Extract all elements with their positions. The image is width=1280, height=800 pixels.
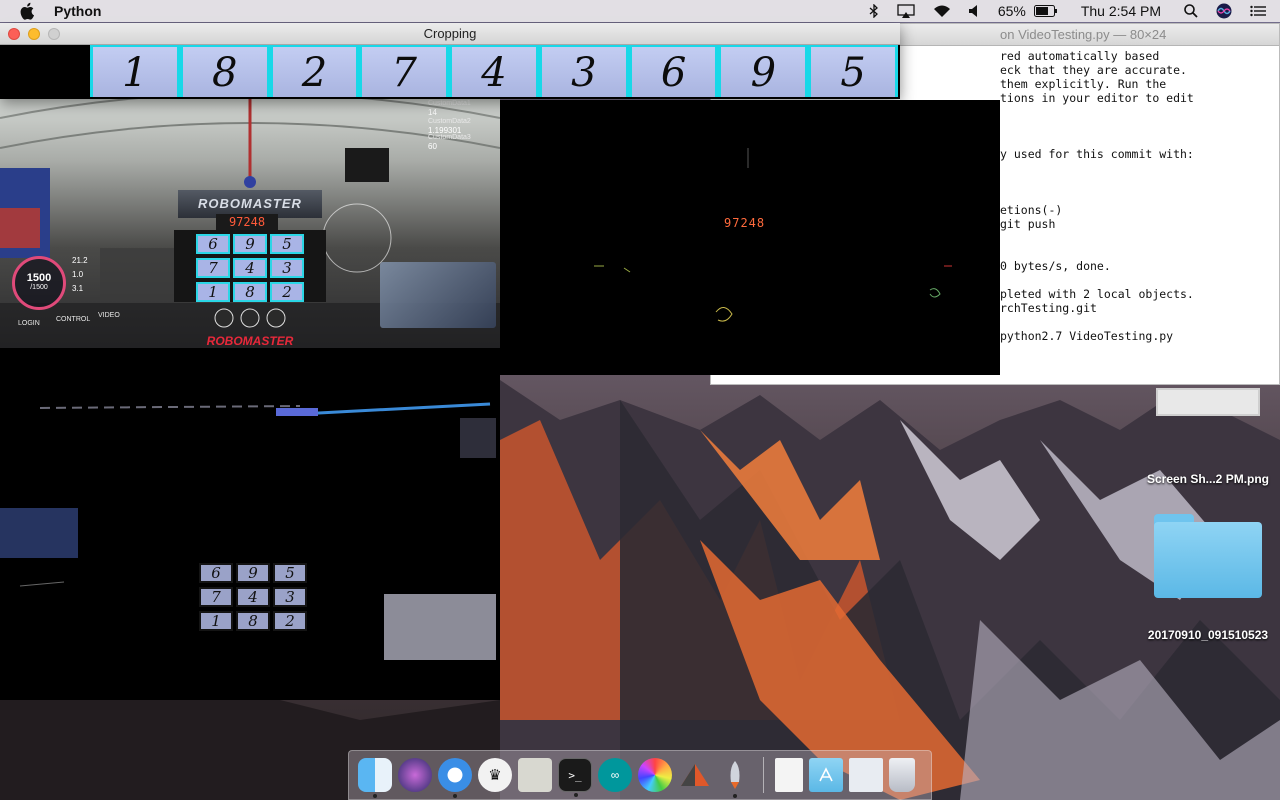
- downloads-stack-icon[interactable]: [849, 758, 883, 792]
- notification-center-icon[interactable]: [1250, 5, 1266, 17]
- cropped-digit: 3: [538, 45, 629, 97]
- folder-icon: [1154, 514, 1262, 598]
- dock-separator: [763, 757, 764, 793]
- mask-noise: [0, 402, 496, 660]
- cropped-digit: 8: [179, 45, 270, 97]
- health-gauge: 1500 /1500: [12, 256, 66, 310]
- digit-cell: 9: [233, 234, 267, 254]
- minimize-button[interactable]: [28, 28, 40, 40]
- cropping-window-title: Cropping: [423, 26, 477, 41]
- cropped-digit: 2: [269, 45, 360, 97]
- custom-data-label: CustomData3: [428, 134, 471, 141]
- custom-data-label: CustomData2: [428, 118, 471, 125]
- masked-digit-cell: 9: [236, 563, 270, 583]
- airplay-icon[interactable]: [897, 4, 915, 18]
- safari-icon[interactable]: [438, 758, 472, 798]
- digit-cell: 1: [196, 282, 230, 302]
- sketchup-icon[interactable]: [678, 758, 712, 792]
- bluetooth-icon[interactable]: [869, 4, 879, 18]
- cropped-digit: 9: [718, 45, 809, 97]
- masked-digit-cell: 5: [273, 563, 307, 583]
- applications-folder-icon[interactable]: [809, 758, 843, 792]
- bottom-menu-item: CONTROL: [56, 316, 91, 323]
- dock: ♛ >_ ∞: [348, 750, 932, 800]
- masked-digit-cell: 8: [236, 611, 270, 631]
- finder-icon[interactable]: [358, 758, 392, 798]
- app-name-menu[interactable]: Python: [54, 3, 101, 19]
- desktop-screenshot-file[interactable]: Screen Sh...2 PM.png: [1140, 388, 1276, 486]
- cropped-digit: 1: [90, 45, 180, 97]
- game-video-frame: ROBOMASTER 97248 6 9 5 7 4 3 1 8 2 Custo…: [0, 98, 500, 348]
- trash-icon[interactable]: [889, 758, 915, 792]
- wifi-icon[interactable]: [933, 4, 951, 18]
- terminal-icon[interactable]: >_: [558, 758, 592, 797]
- cropped-digit: 5: [808, 45, 899, 97]
- stat-value: 21.2: [72, 256, 88, 265]
- cropping-window-titlebar[interactable]: Cropping: [0, 23, 900, 45]
- health-gauge-value: 1500: [26, 272, 52, 284]
- digit-cell: 2: [270, 282, 304, 302]
- digit-cell: 4: [233, 258, 267, 278]
- battery-icon[interactable]: [1033, 5, 1058, 17]
- masked-digit-cell: 4: [236, 587, 270, 607]
- robomaster-footer-logo: ROBOMASTER: [206, 334, 294, 348]
- game-score-display: 97248: [216, 214, 278, 230]
- crown-app-icon[interactable]: ♛: [478, 758, 512, 792]
- health-gauge-max: /1500: [30, 284, 48, 291]
- digit-cell: 7: [196, 258, 230, 278]
- masked-digit-cell: 6: [199, 563, 233, 583]
- digit-cell: 3: [270, 258, 304, 278]
- digit-cell: 6: [196, 234, 230, 254]
- desktop-folder[interactable]: 20170910_091510523: [1136, 514, 1280, 642]
- stat-value: 1.0: [72, 270, 84, 279]
- threshold-noise: [594, 148, 952, 322]
- window-controls: [8, 28, 68, 40]
- masked-digit-grid: 6 9 5 7 4 3 1 8 2: [199, 563, 309, 631]
- custom-data-value: 14: [428, 108, 437, 117]
- bottom-menu-item: VIDEO: [98, 312, 120, 319]
- rocket-app-icon[interactable]: [718, 758, 752, 798]
- bottom-menu-item: LOGIN: [18, 320, 40, 327]
- menu-bar: Python 65% Thu 2:54 PM: [0, 0, 1280, 22]
- apple-icon[interactable]: [20, 2, 36, 20]
- desktop-file-label: Screen Sh...2 PM.png: [1146, 472, 1270, 486]
- custom-data-value: 60: [428, 142, 437, 151]
- cropped-digit: 4: [449, 45, 539, 97]
- game-digit-grid: 6 9 5 7 4 3 1 8 2: [196, 234, 306, 302]
- cropping-window[interactable]: Cropping 1 8 2 7 4 3 6 9 5: [0, 23, 900, 99]
- arena-minimap: [380, 262, 496, 328]
- siri-dock-icon[interactable]: [398, 758, 432, 792]
- digit-cell: 8: [233, 282, 267, 302]
- masked-digit-cell: 1: [199, 611, 233, 631]
- cropped-digit: 7: [359, 45, 450, 97]
- close-button[interactable]: [8, 28, 20, 40]
- zoom-button[interactable]: [48, 28, 60, 40]
- document-icon[interactable]: [775, 758, 803, 792]
- cropped-digit: 6: [628, 45, 719, 97]
- siri-icon[interactable]: [1216, 3, 1232, 19]
- battery-percentage: 65%: [997, 3, 1026, 19]
- threshold-preview-window: 97248: [500, 100, 1000, 375]
- arduino-icon[interactable]: ∞: [598, 758, 632, 792]
- status-menu-area: 65% Thu 2:54 PM: [860, 0, 1280, 22]
- menubar-clock[interactable]: Thu 2:54 PM: [1081, 3, 1161, 19]
- spotlight-icon[interactable]: [1184, 4, 1198, 18]
- image-file-icon: [1156, 388, 1260, 416]
- gameboy-app-icon[interactable]: [518, 758, 552, 792]
- volume-icon[interactable]: [968, 5, 981, 17]
- stat-value: 3.1: [72, 284, 84, 293]
- custom-data-label: CustomData1: [428, 100, 471, 107]
- masked-digit-cell: 3: [273, 587, 307, 607]
- cropped-digit-strip: 1 8 2 7 4 3 6 9 5: [90, 45, 899, 97]
- masked-video-frame: 6 9 5 7 4 3 1 8 2: [0, 348, 500, 700]
- digit-cell: 5: [270, 234, 304, 254]
- masked-digit-cell: 2: [273, 611, 307, 631]
- photos-icon[interactable]: [638, 758, 672, 792]
- masked-digit-cell: 7: [199, 587, 233, 607]
- desktop-folder-label: 20170910_091510523: [1147, 628, 1269, 642]
